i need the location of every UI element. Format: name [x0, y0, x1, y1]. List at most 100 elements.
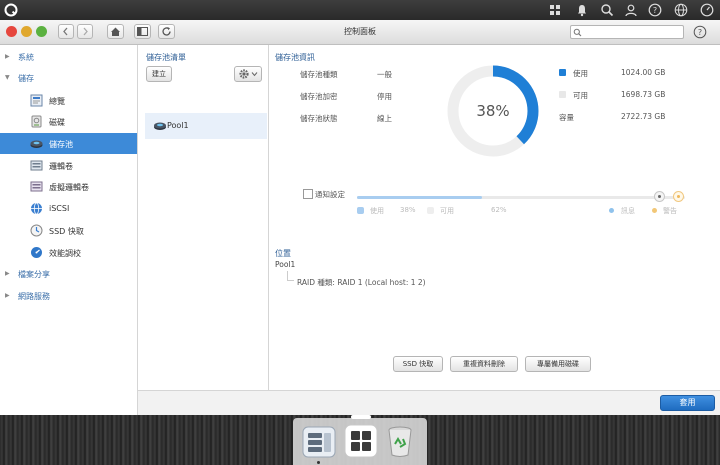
- apply-button[interactable]: 套用: [660, 395, 715, 411]
- gear-icon: [239, 69, 258, 79]
- sidebar-group-storage[interactable]: ▼ 儲存: [0, 68, 137, 88]
- volume-icon: [30, 160, 43, 171]
- search-icon: [573, 28, 582, 37]
- overview-icon: [30, 94, 43, 107]
- warning-threshold-handle[interactable]: [673, 191, 685, 202]
- sidebar-group-file-sharing[interactable]: ▶ 檔案分享: [0, 264, 137, 284]
- pool-type-label: 儲存池種類: [300, 70, 338, 79]
- performance-icon: [31, 247, 42, 258]
- sidebar-item-performance[interactable]: 效能調校: [0, 242, 137, 263]
- window-titlebar: 控制面板 ?: [0, 20, 720, 45]
- control-panel-window: 控制面板 ? ▶ 系統 ▼ 儲存 總覽 磁碟 儲存池 邏輯卷 虛擬邏輯卷 iSC…: [0, 20, 720, 416]
- sidebar-item-virtual-volume[interactable]: 虛擬邏輯卷: [0, 176, 137, 197]
- running-indicator: [317, 461, 320, 464]
- slider-used-label: 使用: [370, 207, 384, 215]
- sidebar-item-label: 磁碟: [49, 118, 65, 127]
- window-footer: 套用: [138, 390, 720, 416]
- sidebar-item-iscsi[interactable]: iSCSI: [0, 198, 137, 219]
- location-raid-info: RAID 種類: RAID 1 (Local host: 1 2): [297, 278, 426, 287]
- storage-manager-app-icon[interactable]: [301, 424, 337, 460]
- sidebar-group-label: 網路服務: [18, 292, 50, 301]
- dashboard-gauge-icon[interactable]: [700, 3, 714, 17]
- control-panel-app-icon[interactable]: [344, 424, 378, 458]
- svg-text:?: ?: [698, 28, 702, 37]
- storage-pool-icon: [154, 122, 166, 130]
- sidebar-item-volume[interactable]: 邏輯卷: [0, 155, 137, 176]
- sidebar-item-disks[interactable]: 磁碟: [0, 111, 137, 132]
- sidebar-item-label: 虛擬邏輯卷: [49, 183, 89, 192]
- create-pool-button[interactable]: 建立: [146, 66, 172, 82]
- sidebar-group-label: 檔案分享: [18, 270, 50, 279]
- pool-info-title: 儲存池資訊: [275, 53, 315, 62]
- sidebar-item-storage-pool[interactable]: 儲存池: [0, 133, 137, 154]
- pool-list-title: 儲存池清單: [146, 53, 186, 62]
- slider-free-value: 62%: [491, 206, 507, 214]
- pool-encryption-label: 儲存池加密: [300, 92, 338, 101]
- usage-threshold-fill: [357, 196, 482, 199]
- used-legend-value: 1024.00 GB: [621, 68, 666, 77]
- recycle-bin-icon[interactable]: [385, 425, 415, 458]
- free-legend-swatch: [559, 91, 566, 98]
- sidebar-item-label: 效能調校: [49, 249, 81, 258]
- dock-active-indicator: [351, 415, 371, 419]
- sidebar-item-overview[interactable]: 總覽: [0, 90, 137, 111]
- used-legend-swatch: [559, 69, 566, 76]
- apps-grid-icon[interactable]: [548, 3, 562, 17]
- usage-donut-chart: 38%: [447, 65, 539, 157]
- dedicated-spare-disk-button[interactable]: 專屬備用磁碟: [525, 356, 591, 372]
- free-legend-value: 1698.73 GB: [621, 90, 666, 99]
- capacity-legend-label: 容量: [559, 113, 574, 122]
- pool-status-label: 儲存池狀態: [300, 114, 338, 123]
- slider-free-label: 可用: [440, 207, 454, 215]
- sidebar-item-label: 儲存池: [49, 140, 73, 149]
- pool-list-panel: 儲存池清單 建立 Pool1: [138, 45, 269, 390]
- usage-threshold-track: [357, 191, 685, 202]
- pool-list-item[interactable]: Pool1: [145, 113, 267, 139]
- chevron-right-icon: ▶: [5, 270, 10, 277]
- sidebar-group-label: 儲存: [18, 74, 34, 83]
- info-threshold-dot: [657, 195, 661, 198]
- slider-used-swatch: [357, 207, 364, 214]
- free-legend-label: 可用: [573, 91, 588, 100]
- slider-free-swatch: [427, 207, 434, 214]
- warning-legend-dot: [652, 208, 657, 213]
- help-icon[interactable]: ?: [648, 3, 662, 17]
- notify-checkbox[interactable]: [303, 189, 313, 199]
- info-threshold-handle[interactable]: [653, 191, 665, 202]
- deduplication-button[interactable]: 重複資料刪除: [450, 356, 518, 372]
- notification-bell-icon[interactable]: [575, 3, 589, 17]
- window-help-icon[interactable]: ?: [693, 25, 707, 39]
- chevron-down-icon: ▼: [5, 74, 10, 81]
- chevron-right-icon: ▶: [5, 292, 10, 299]
- search-icon[interactable]: [600, 3, 614, 17]
- svg-text:?: ?: [653, 6, 657, 15]
- pool-settings-button[interactable]: [234, 66, 262, 82]
- notify-label: 通知設定: [315, 190, 345, 199]
- ssd-cache-button[interactable]: SSD 快取: [393, 356, 443, 372]
- user-icon[interactable]: [624, 3, 638, 17]
- desktop-top-bar: ?: [0, 0, 720, 20]
- info-legend-label: 訊息: [621, 207, 635, 215]
- nas-logo-icon[interactable]: [4, 3, 18, 17]
- sidebar-group-label: 系統: [18, 53, 34, 62]
- sidebar-item-ssd-cache[interactable]: SSD 快取: [0, 220, 137, 241]
- location-title: 位置: [275, 249, 291, 258]
- search-box[interactable]: [570, 25, 684, 39]
- pool-encryption-value: 停用: [377, 92, 392, 101]
- sidebar-item-label: 邏輯卷: [49, 162, 73, 171]
- virtual-volume-icon: [30, 181, 43, 192]
- sidebar-group-system[interactable]: ▶ 系統: [0, 47, 137, 67]
- disk-icon: [31, 115, 42, 128]
- pool-type-value: 一般: [377, 70, 392, 79]
- pool-info-panel: 儲存池資訊 儲存池種類 一般 儲存池加密 停用 儲存池狀態 線上 38% 使用 …: [269, 45, 720, 390]
- sidebar-item-label: iSCSI: [49, 204, 70, 213]
- storage-pool-icon: [30, 140, 43, 148]
- sidebar-group-network-services[interactable]: ▶ 網路服務: [0, 286, 137, 306]
- usage-percent-text: 38%: [476, 102, 509, 120]
- search-input[interactable]: [583, 26, 679, 38]
- chevron-right-icon: ▶: [5, 53, 10, 60]
- sidebar-item-label: 總覽: [49, 97, 65, 106]
- capacity-legend-value: 2722.73 GB: [621, 112, 666, 121]
- tree-connector: [287, 271, 294, 281]
- globe-icon[interactable]: [674, 3, 688, 17]
